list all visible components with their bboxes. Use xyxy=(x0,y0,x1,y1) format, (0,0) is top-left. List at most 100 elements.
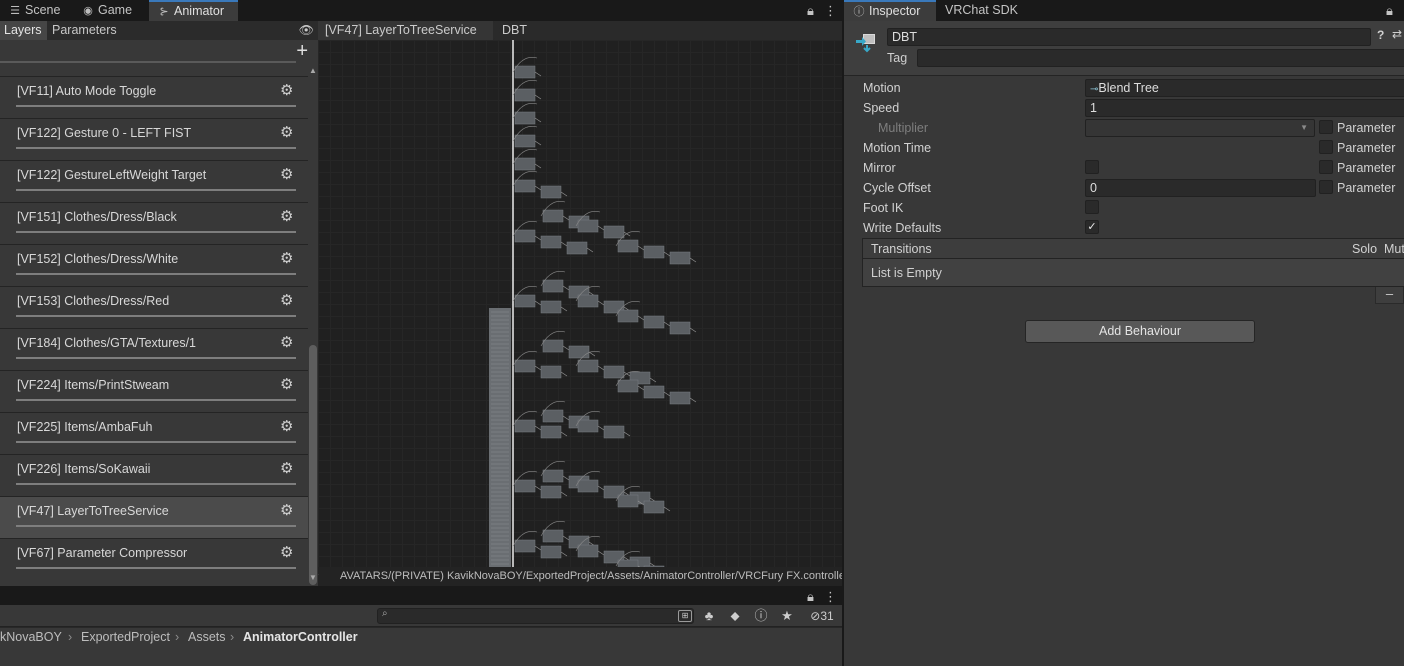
breadcrumb-state[interactable]: DBT xyxy=(495,21,534,40)
scene-icon: ☰ xyxy=(10,5,20,17)
mirror-param-checkbox[interactable] xyxy=(1319,160,1333,174)
state-name-field[interactable]: DBT xyxy=(887,28,1371,46)
layer-weight-bar[interactable] xyxy=(16,189,296,191)
gear-icon[interactable]: ⚙ xyxy=(280,123,293,141)
gear-icon[interactable]: ⚙ xyxy=(280,459,293,477)
tab-inspector[interactable]: ⓘ Inspector xyxy=(844,0,936,21)
layers-scrollbar[interactable]: ▲ ▼ xyxy=(308,63,318,586)
layer-weight-bar[interactable] xyxy=(16,273,296,275)
more-menu-icon[interactable]: ⋮ xyxy=(824,0,837,21)
project-path-1[interactable]: ExportedProject xyxy=(81,629,170,645)
gear-icon[interactable]: ⚙ xyxy=(280,165,293,183)
eye-icon[interactable]: 👁︎ xyxy=(299,21,314,40)
multiplier-dropdown[interactable]: ▼ xyxy=(1085,119,1315,137)
parameter-label: Parameter xyxy=(1337,181,1396,195)
console-error-icon[interactable]: ⓘ xyxy=(752,605,770,627)
layer-weight-bar[interactable] xyxy=(16,105,296,107)
tab-scene[interactable]: ☰ Scene xyxy=(0,0,72,21)
layer-item[interactable]: [VF224] Items/PrintStweam ⚙ xyxy=(0,370,308,412)
controller-path: AVATARS/(PRIVATE) KavikNovaBOY/ExportedP… xyxy=(340,570,842,582)
speed-field[interactable]: 1 xyxy=(1085,99,1404,117)
gear-icon[interactable]: ⚙ xyxy=(280,501,293,519)
layer-item[interactable]: [VF151] Clothes/Dress/Black ⚙ xyxy=(0,202,308,244)
state-machine-graph[interactable]: [VF47] LayerToTreeService DBT ▼ AVATARS/… xyxy=(318,21,842,586)
layer-weight-bar[interactable] xyxy=(16,399,296,401)
scroll-up-icon[interactable]: ▲ xyxy=(308,66,318,75)
layer-item[interactable]: [VF153] Clothes/Dress/Red ⚙ xyxy=(0,286,308,328)
gear-icon[interactable]: ⚙ xyxy=(280,333,293,351)
filter-by-type-icon[interactable]: ♣ xyxy=(700,605,718,627)
tab-layers[interactable]: Layers xyxy=(0,21,47,40)
gear-icon[interactable]: ⚙ xyxy=(280,291,293,309)
graph-state-node xyxy=(542,279,564,293)
layer-weight-bar[interactable] xyxy=(16,525,296,527)
layer-item[interactable]: [VF47] LayerToTreeService ⚙ xyxy=(0,496,308,538)
transitions-title: Transitions xyxy=(871,242,932,256)
layer-weight-bar[interactable] xyxy=(16,147,296,149)
layer-list: [VF11] Auto Mode Toggle ⚙ [VF122] Gesture … xyxy=(0,56,308,584)
motion-time-param-checkbox[interactable] xyxy=(1319,140,1333,154)
graph-state-node xyxy=(514,479,536,493)
layer-weight-bar[interactable] xyxy=(16,315,296,317)
layer-item[interactable]: [VF11] Auto Mode Toggle ⚙ xyxy=(0,76,308,118)
filter-by-label-icon[interactable]: ⬥ xyxy=(726,605,744,627)
layer-weight-bar[interactable] xyxy=(16,441,296,443)
project-path-0[interactable]: kNovaBOY xyxy=(0,629,62,645)
project-search-field[interactable]: ⌕ ⊞ xyxy=(377,608,694,624)
gear-icon[interactable]: ⚙ xyxy=(280,81,293,99)
lock-icon[interactable]: 🔒︎ xyxy=(807,0,814,21)
help-icon[interactable]: ? xyxy=(1377,28,1384,42)
graph-state-node xyxy=(643,500,665,514)
gear-icon[interactable]: ⚙ xyxy=(280,207,293,225)
layer-weight-bar[interactable] xyxy=(16,567,296,569)
favorite-star-icon[interactable]: ★ xyxy=(778,605,796,627)
layer-weight-bar[interactable] xyxy=(16,231,296,233)
tab-parameters[interactable]: Parameters xyxy=(48,21,120,40)
search-by-type-icon[interactable]: ⊞ xyxy=(678,610,692,622)
tab-game[interactable]: ◉ Game xyxy=(73,0,148,21)
add-behaviour-button[interactable]: Add Behaviour xyxy=(1025,320,1255,343)
layer-item[interactable]: [VF225] Items/AmbaFuh ⚙ xyxy=(0,412,308,454)
gear-icon[interactable]: ⚙ xyxy=(280,375,293,393)
hidden-packages-toggle[interactable]: ⊘31 xyxy=(804,605,840,627)
gear-icon[interactable]: ⚙ xyxy=(280,249,293,267)
mirror-checkbox[interactable] xyxy=(1085,160,1099,174)
cycle-offset-field[interactable]: 0 xyxy=(1085,179,1316,197)
tab-animator[interactable]: ⊱ Animator xyxy=(149,0,238,21)
tag-field[interactable] xyxy=(917,49,1404,67)
scroll-down-arrow-icon[interactable]: ▼ xyxy=(318,567,320,586)
write-defaults-checkbox[interactable]: ✓ xyxy=(1085,220,1099,234)
gear-icon[interactable]: ⚙ xyxy=(280,543,293,561)
scroll-thumb[interactable] xyxy=(309,345,317,585)
layer-weight-bar[interactable] xyxy=(16,357,296,359)
tag-value xyxy=(918,51,922,65)
cycle-offset-param-checkbox[interactable] xyxy=(1319,180,1333,194)
graph-transition-arrow xyxy=(597,300,605,306)
project-lock-icon[interactable]: 🔒︎ xyxy=(807,586,814,607)
inspector-lock-icon[interactable]: 🔒︎ xyxy=(1386,0,1393,21)
multiplier-param-checkbox[interactable] xyxy=(1319,120,1333,134)
layer-item[interactable]: [VF184] Clothes/GTA/Textures/1 ⚙ xyxy=(0,328,308,370)
breadcrumb-layer[interactable]: [VF47] LayerToTreeService xyxy=(318,21,493,40)
scroll-down-icon[interactable]: ▼ xyxy=(308,573,318,582)
project-path-2[interactable]: Assets xyxy=(188,629,226,645)
layer-item[interactable]: [VF122] GestureLeftWeight Target ⚙ xyxy=(0,160,308,202)
gear-icon[interactable]: ⚙ xyxy=(280,417,293,435)
graph-transition-arrow xyxy=(637,315,645,321)
hidden-eye-icon: ⊘ xyxy=(810,609,821,623)
project-path-3[interactable]: AnimatorController xyxy=(243,629,358,645)
foot-ik-checkbox[interactable] xyxy=(1085,200,1099,214)
layer-item[interactable]: [VF226] Items/SoKawaii ⚙ xyxy=(0,454,308,496)
motion-field[interactable]: ⊸Blend Tree xyxy=(1085,79,1404,97)
graph-transition-arrow xyxy=(597,550,605,556)
layer-item[interactable]: [VF122] Gesture 0 - LEFT FIST ⚙ xyxy=(0,118,308,160)
remove-transition-button[interactable]: – xyxy=(1375,287,1404,304)
preset-icon[interactable]: ⇄ xyxy=(1392,27,1402,41)
graph-state-node xyxy=(577,419,599,433)
layer-weight-bar[interactable] xyxy=(16,483,296,485)
layer-item[interactable]: [VF152] Clothes/Dress/White ⚙ xyxy=(0,244,308,286)
project-more-menu-icon[interactable]: ⋮ xyxy=(824,586,837,607)
layer-name: [VF224] Items/PrintStweam xyxy=(17,378,170,392)
layer-item[interactable]: [VF67] Parameter Compressor ⚙ xyxy=(0,538,308,580)
tab-vrchat-sdk[interactable]: VRChat SDK xyxy=(937,0,1037,21)
